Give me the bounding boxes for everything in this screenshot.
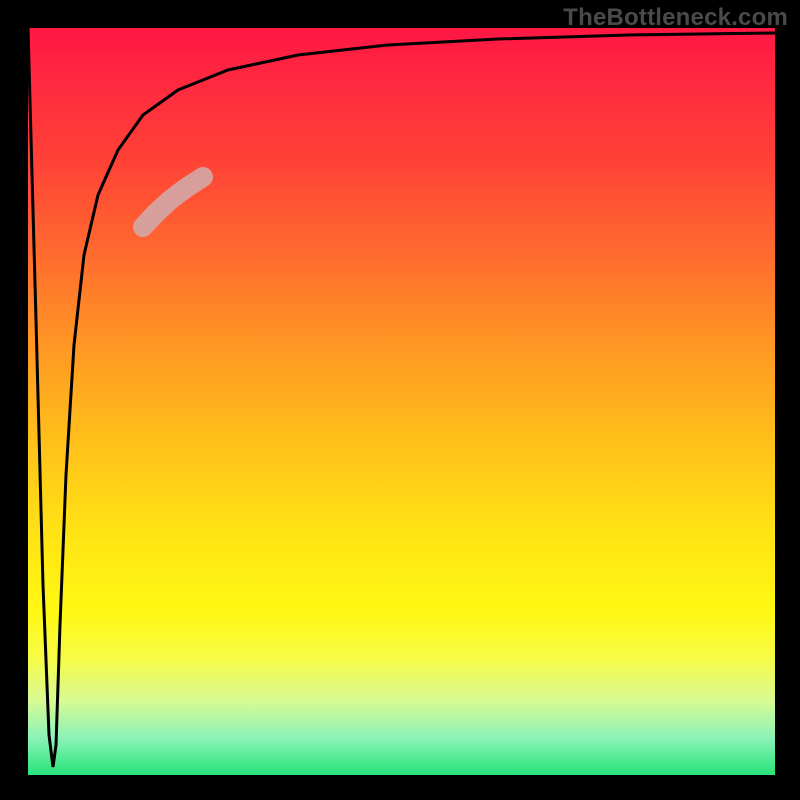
chart-svg	[28, 28, 775, 775]
chart-frame: TheBottleneck.com	[0, 0, 800, 800]
highlight-band	[143, 177, 203, 227]
main-curve	[28, 28, 775, 767]
watermark: TheBottleneck.com	[563, 4, 788, 32]
